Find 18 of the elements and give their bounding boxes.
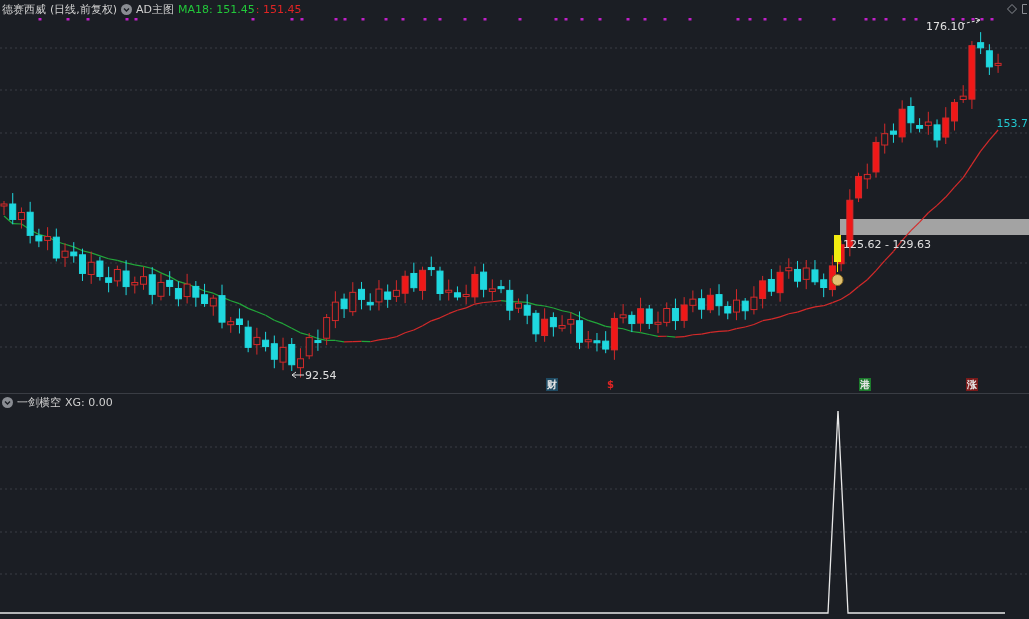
event-tag[interactable]: $ bbox=[606, 378, 615, 391]
event-tag[interactable]: 涨 bbox=[966, 378, 978, 391]
low-price-label: 92.54 bbox=[305, 369, 337, 382]
indicator-label[interactable]: AD主图 bbox=[136, 1, 175, 17]
period-label: (日线,前复权) bbox=[50, 1, 118, 17]
arrow-icon bbox=[291, 371, 305, 379]
indicator-name: 一剑横空 bbox=[17, 395, 61, 410]
highlight-bar bbox=[834, 235, 841, 262]
ma-value: : 151.45 bbox=[255, 2, 302, 16]
event-tag[interactable]: 港 bbox=[859, 378, 871, 391]
event-tag[interactable]: 财 bbox=[546, 378, 558, 391]
chevron-down-icon[interactable] bbox=[2, 397, 13, 408]
last-price-label: 153.7 bbox=[996, 117, 1028, 130]
stock-title: 德赛西威 bbox=[2, 1, 46, 17]
high-price-label: 176.10 bbox=[926, 20, 965, 33]
ma-label: MA18: 151.45 bbox=[178, 2, 255, 16]
indicator-reading: XG: 0.00 bbox=[65, 396, 113, 409]
chevron-down-icon[interactable] bbox=[121, 3, 133, 15]
